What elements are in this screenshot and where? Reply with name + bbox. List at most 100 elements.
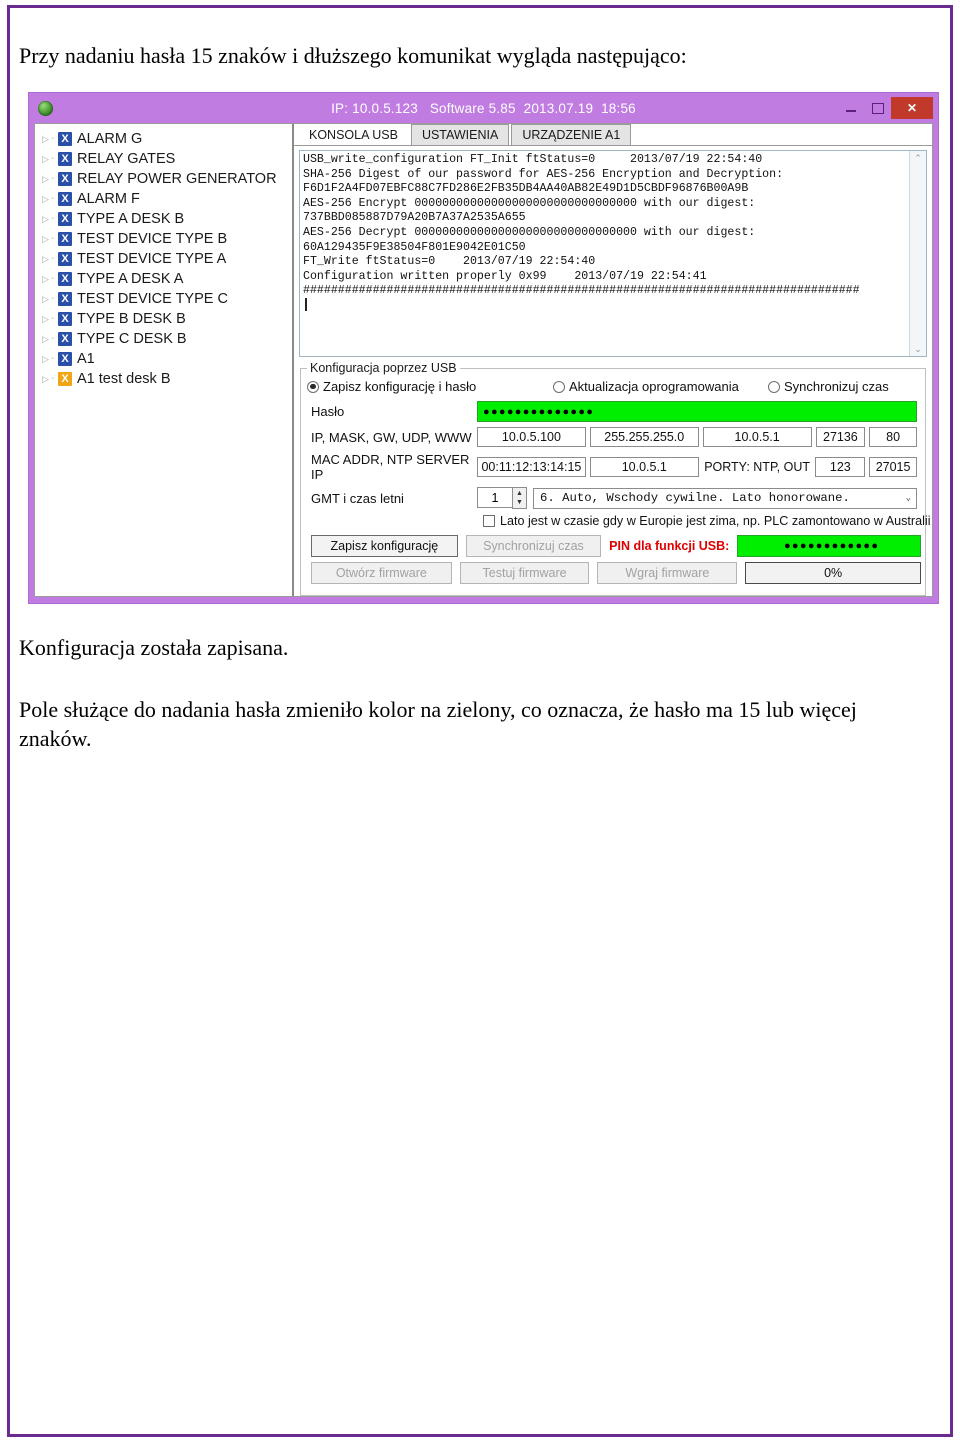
- tree-item-type-a-desk-a[interactable]: ▷ - X TYPE A DESK A: [37, 269, 292, 289]
- tree-line-icon: -: [51, 213, 55, 224]
- window-body: ▷ - X ALARM G ▷ - X RELAY GATES ▷ - X RE…: [34, 123, 933, 597]
- action-buttons-row-2: Otwórz firmware Testuj firmware Wgraj fi…: [305, 562, 921, 584]
- tree-item-relay-gates[interactable]: ▷ - X RELAY GATES: [37, 149, 292, 169]
- tree-line-icon: -: [51, 193, 55, 204]
- window-title: IP: 10.0.5.123 Software 5.85 2013.07.19 …: [331, 101, 636, 116]
- tree-item-label: TEST DEVICE TYPE A: [77, 251, 227, 267]
- expander-triangle-icon[interactable]: ▷: [40, 134, 51, 144]
- tree-item-a1[interactable]: ▷ - X A1: [37, 349, 292, 369]
- southern-hemisphere-label: Lato jest w czasie gdy w Europie jest zi…: [500, 514, 931, 528]
- tree-item-relay-power-generator[interactable]: ▷ - X RELAY POWER GENERATOR: [37, 169, 292, 189]
- mac-address-input[interactable]: 00:11:12:13:14:15: [477, 457, 586, 477]
- device-x-icon: X: [58, 272, 72, 286]
- southern-hemisphere-row[interactable]: Lato jest w czasie gdy w Europie jest zi…: [305, 514, 931, 528]
- tree-item-type-c-desk-b[interactable]: ▷ - X TYPE C DESK B: [37, 329, 292, 349]
- mask-input[interactable]: 255.255.255.0: [589, 427, 699, 447]
- expander-triangle-icon[interactable]: ▷: [40, 334, 51, 344]
- expander-triangle-icon[interactable]: ▷: [40, 194, 51, 204]
- checkbox-indicator-icon[interactable]: [483, 515, 495, 527]
- ntp-port-input[interactable]: 123: [815, 457, 866, 477]
- out-port-input[interactable]: 27015: [869, 457, 917, 477]
- tree-item-label: TYPE B DESK B: [77, 311, 186, 327]
- expander-triangle-icon[interactable]: ▷: [40, 254, 51, 264]
- tree-item-test-device-type-a[interactable]: ▷ - X TEST DEVICE TYPE A: [37, 249, 292, 269]
- www-port-input[interactable]: 80: [869, 427, 918, 447]
- network-label: IP, MASK, GW, UDP, WWW: [311, 429, 472, 445]
- gmt-offset-stepper[interactable]: 1 ▲ ▼: [477, 487, 527, 509]
- console-log-text: USB_write_configuration FT_Init ftStatus…: [303, 153, 860, 298]
- scroll-up-arrow-icon[interactable]: ⌃: [914, 151, 922, 165]
- tree-line-icon: -: [51, 313, 55, 324]
- tab-urzadzenie-a1[interactable]: URZĄDZENIE A1: [511, 124, 632, 145]
- expander-triangle-icon[interactable]: ▷: [40, 234, 51, 244]
- tree-item-label: ALARM G: [77, 131, 143, 147]
- expander-triangle-icon[interactable]: ▷: [40, 174, 51, 184]
- radio-indicator-icon: [553, 380, 565, 393]
- tree-item-alarm-g[interactable]: ▷ - X ALARM G: [37, 129, 292, 149]
- config-group-legend: Konfiguracja poprzez USB: [307, 361, 460, 375]
- minimize-button[interactable]: [837, 97, 864, 119]
- maximize-button[interactable]: [864, 97, 891, 119]
- udp-port-input[interactable]: 27136: [815, 427, 866, 447]
- tree-item-type-b-desk-b[interactable]: ▷ - X TYPE B DESK B: [37, 309, 292, 329]
- usb-config-group: Konfiguracja poprzez USB Zapisz konfigur…: [300, 361, 931, 596]
- tree-item-alarm-f[interactable]: ▷ - X ALARM F: [37, 189, 292, 209]
- tree-line-icon: -: [51, 333, 55, 344]
- tree-item-label: A1: [77, 351, 95, 367]
- stepper-down-arrow-icon[interactable]: ▼: [516, 498, 523, 507]
- device-x-icon: X: [58, 172, 72, 186]
- ports-label: PORTY: NTP, OUT: [704, 460, 810, 474]
- radio-firmware-update[interactable]: Aktualizacja oprogramowania: [553, 379, 768, 394]
- ntp-server-ip-input[interactable]: 10.0.5.1: [589, 457, 699, 477]
- gateway-input[interactable]: 10.0.5.1: [702, 427, 812, 447]
- expander-triangle-icon[interactable]: ▷: [40, 154, 51, 164]
- firmware-progress-bar: 0%: [745, 562, 921, 584]
- device-x-icon: X: [58, 312, 72, 326]
- expander-triangle-icon[interactable]: ▷: [40, 374, 51, 384]
- after-paragraphs: Konfiguracja została zapisana. Pole służ…: [19, 633, 929, 754]
- tree-item-label: TEST DEVICE TYPE C: [77, 291, 228, 307]
- device-x-icon: X: [58, 232, 72, 246]
- radio-save-config[interactable]: Zapisz konfigurację i hasło: [307, 379, 553, 394]
- tree-line-icon: -: [51, 253, 55, 264]
- tab-ustawienia[interactable]: USTAWIENIA: [410, 124, 510, 145]
- ip-input[interactable]: 10.0.5.100: [477, 427, 586, 447]
- gmt-offset-value[interactable]: 1: [477, 487, 512, 508]
- password-input[interactable]: ●●●●●●●●●●●●●●: [477, 401, 917, 422]
- config-mode-radio-group: Zapisz konfigurację i hasło Aktualizacja…: [305, 379, 921, 394]
- console-scrollbar[interactable]: ⌃ ⌄: [909, 151, 926, 356]
- gmt-row: GMT i czas letni 1 ▲ ▼ 6. Auto, Wschody …: [305, 487, 921, 509]
- scroll-down-arrow-icon[interactable]: ⌄: [914, 342, 922, 356]
- mac-label: MAC ADDR, NTP SERVER IP: [311, 452, 470, 482]
- expander-triangle-icon[interactable]: ▷: [40, 354, 51, 364]
- expander-triangle-icon[interactable]: ▷: [40, 294, 51, 304]
- device-x-icon: X: [58, 332, 72, 346]
- expander-triangle-icon[interactable]: ▷: [40, 214, 51, 224]
- tree-item-a1-test-desk-b[interactable]: ▷ - X A1 test desk B: [37, 369, 292, 389]
- pin-input[interactable]: ●●●●●●●●●●●●: [737, 535, 921, 557]
- stepper-arrows[interactable]: ▲ ▼: [512, 487, 527, 509]
- tab-konsola-usb[interactable]: KONSOLA USB: [298, 124, 409, 145]
- tree-item-type-a-desk-b[interactable]: ▷ - X TYPE A DESK B: [37, 209, 292, 229]
- device-x-icon: X: [58, 352, 72, 366]
- tree-line-icon: -: [51, 173, 55, 184]
- save-config-button[interactable]: Zapisz konfigurację: [311, 535, 458, 557]
- password-row: Hasło ●●●●●●●●●●●●●●: [305, 401, 921, 422]
- device-tree-panel[interactable]: ▷ - X ALARM G ▷ - X RELAY GATES ▷ - X RE…: [34, 123, 294, 597]
- dst-mode-select[interactable]: 6. Auto, Wschody cywilne. Lato honorowan…: [533, 487, 917, 509]
- usb-console[interactable]: USB_write_configuration FT_Init ftStatus…: [299, 150, 927, 357]
- tree-item-test-device-type-c[interactable]: ▷ - X TEST DEVICE TYPE C: [37, 289, 292, 309]
- radio-sync-time[interactable]: Synchronizuj czas: [768, 379, 889, 394]
- tree-item-test-device-type-b[interactable]: ▷ - X TEST DEVICE TYPE B: [37, 229, 292, 249]
- tree-line-icon: -: [51, 373, 55, 384]
- stepper-up-arrow-icon[interactable]: ▲: [516, 489, 523, 498]
- radio-indicator-icon: [307, 380, 319, 393]
- device-x-icon: X: [58, 192, 72, 206]
- chevron-down-icon[interactable]: ⌄: [906, 493, 911, 503]
- expander-triangle-icon[interactable]: ▷: [40, 274, 51, 284]
- text-caret: [305, 298, 307, 311]
- tree-item-label: TYPE A DESK A: [77, 271, 184, 287]
- expander-triangle-icon[interactable]: ▷: [40, 314, 51, 324]
- device-x-icon: X: [58, 252, 72, 266]
- close-button[interactable]: ✕: [891, 97, 933, 119]
